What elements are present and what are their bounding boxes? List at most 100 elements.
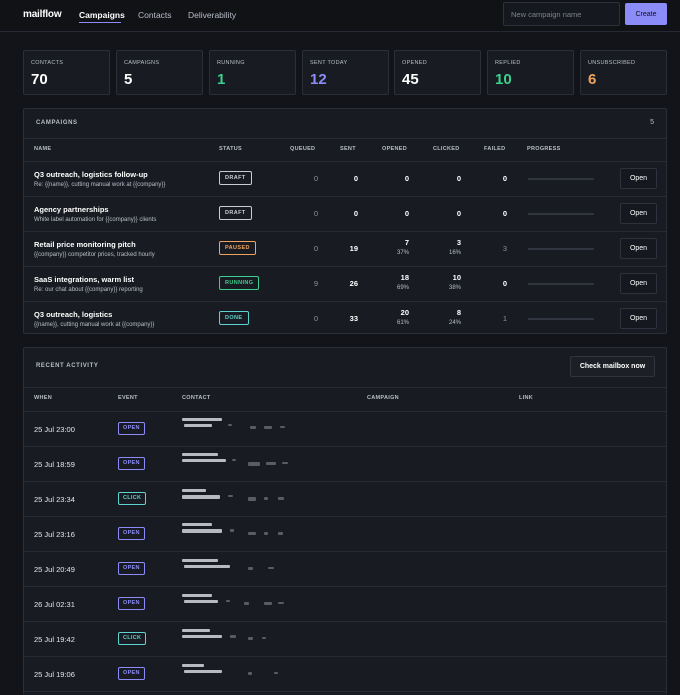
status-badge: DRAFT [219, 206, 252, 220]
redaction-mark [264, 497, 268, 500]
column-header: WHEN [34, 395, 53, 401]
failed-value: 0 [502, 279, 507, 288]
queued-value: 0 [313, 244, 318, 253]
stat-card: OPENED 45 [394, 50, 481, 95]
sent-value: 26 [349, 279, 358, 288]
redacted-contact [182, 626, 312, 652]
table-row: Agency partnerships White label automatio… [24, 197, 666, 231]
campaign-subject: Re: our chat about {{company}} reporting [34, 287, 143, 293]
stat-label: OPENED [402, 60, 428, 66]
stat-value: 5 [124, 71, 133, 88]
nav-active-underline [79, 22, 121, 23]
failed-value: 1 [502, 314, 507, 323]
column-header: CONTACT [182, 395, 211, 401]
event-time: 25 Jul 19:06 [34, 670, 75, 679]
progress-bar [528, 178, 594, 180]
open-campaign-button[interactable]: Open [620, 308, 657, 329]
event-badge: OPEN [118, 422, 145, 435]
column-header: LINK [519, 395, 534, 401]
stat-label: REPLIED [495, 60, 521, 66]
nav-campaigns[interactable]: Campaigns [79, 10, 125, 20]
sent-value: 33 [349, 314, 358, 323]
redaction-mark [184, 670, 222, 673]
sent-value: 19 [349, 244, 358, 253]
progress-bar [528, 318, 594, 320]
nav-contacts[interactable]: Contacts [138, 10, 172, 20]
event-badge: OPEN [118, 562, 145, 575]
event-badge: OPEN [118, 527, 145, 540]
campaign-subject: {{company}} competitor prices, tracked h… [34, 252, 155, 258]
redaction-mark [274, 672, 278, 674]
activity-panel: RECENT ACTIVITY Check mailbox now WHEN EV… [23, 347, 667, 695]
table-row: Q3 outreach, logistics follow-up Re: {{na… [24, 162, 666, 196]
queued-value: 0 [313, 174, 318, 183]
redaction-mark [182, 523, 212, 526]
redaction-mark [182, 664, 204, 667]
redaction-mark [228, 424, 232, 426]
redacted-contact [182, 521, 312, 547]
opened-value: 0 [404, 174, 409, 183]
app-logo: mailflow [23, 9, 62, 20]
redaction-mark [182, 495, 220, 499]
campaign-subject: White label automation for {{company}} c… [34, 217, 157, 223]
column-header: SENT [340, 146, 356, 152]
stat-value: 12 [310, 71, 327, 88]
table-row: 25 Jul 18:59 OPEN [24, 447, 666, 481]
table-row: 25 Jul 23:00 OPEN [24, 412, 666, 446]
progress-bar [528, 213, 594, 215]
clicked-value: 10 [452, 273, 461, 282]
redacted-contact [182, 591, 312, 617]
event-time: 25 Jul 23:00 [34, 425, 75, 434]
redaction-mark [182, 635, 222, 638]
opened-pct: 61% [396, 320, 409, 326]
redaction-mark [184, 424, 212, 427]
redaction-mark [182, 529, 222, 533]
redaction-mark [266, 462, 276, 465]
redaction-mark [248, 497, 256, 501]
redaction-mark [278, 497, 284, 500]
progress-bar [528, 283, 594, 285]
clicked-value: 0 [456, 174, 461, 183]
opened-pct: 69% [396, 285, 409, 291]
open-campaign-button[interactable]: Open [620, 273, 657, 294]
nav-deliverability[interactable]: Deliverability [188, 10, 236, 20]
column-header: EVENT [118, 395, 138, 401]
stat-label: UNSUBSCRIBED [588, 60, 636, 66]
open-campaign-button[interactable]: Open [620, 168, 657, 189]
redaction-mark [184, 600, 218, 603]
check-mailbox-button[interactable]: Check mailbox now [570, 356, 655, 377]
redaction-mark [280, 426, 285, 428]
clicked-value: 8 [456, 308, 461, 317]
redacted-contact [182, 486, 312, 512]
campaigns-panel: CAMPAIGNS 5 NAME STATUS QUEUED SENT OPENED CL… [23, 108, 667, 334]
open-campaign-button[interactable]: Open [620, 238, 657, 259]
event-time: 25 Jul 23:34 [34, 495, 75, 504]
table-row: 25 Jul 23:16 OPEN [24, 517, 666, 551]
redaction-mark [248, 567, 253, 570]
table-row: 25 Jul 19:42 CLICK [24, 622, 666, 656]
create-campaign-button[interactable]: Create [625, 3, 667, 25]
column-header: FAILED [484, 146, 506, 152]
stat-card: CAMPAIGNS 5 [116, 50, 203, 95]
stat-label: CAMPAIGNS [124, 60, 160, 66]
redacted-contact [182, 416, 312, 442]
failed-value: 0 [502, 209, 507, 218]
new-campaign-input[interactable] [503, 2, 620, 26]
clicked-pct: 38% [448, 285, 461, 291]
redacted-contact [182, 451, 312, 477]
stat-card: RUNNING 1 [209, 50, 296, 95]
redacted-contact [182, 556, 312, 582]
redaction-mark [264, 602, 272, 605]
campaign-subject: Re: {{name}}, cutting manual work at {{c… [34, 182, 166, 188]
redaction-mark [278, 532, 283, 535]
redaction-mark [182, 594, 212, 597]
clicked-value: 0 [456, 209, 461, 218]
opened-value: 7 [404, 238, 409, 247]
table-row: 25 Jul 20:49 OPEN [24, 552, 666, 586]
redaction-mark [182, 459, 226, 462]
queued-value: 0 [313, 314, 318, 323]
redaction-mark [182, 418, 222, 421]
open-campaign-button[interactable]: Open [620, 203, 657, 224]
opened-value: 20 [400, 308, 409, 317]
redaction-mark [230, 635, 236, 638]
